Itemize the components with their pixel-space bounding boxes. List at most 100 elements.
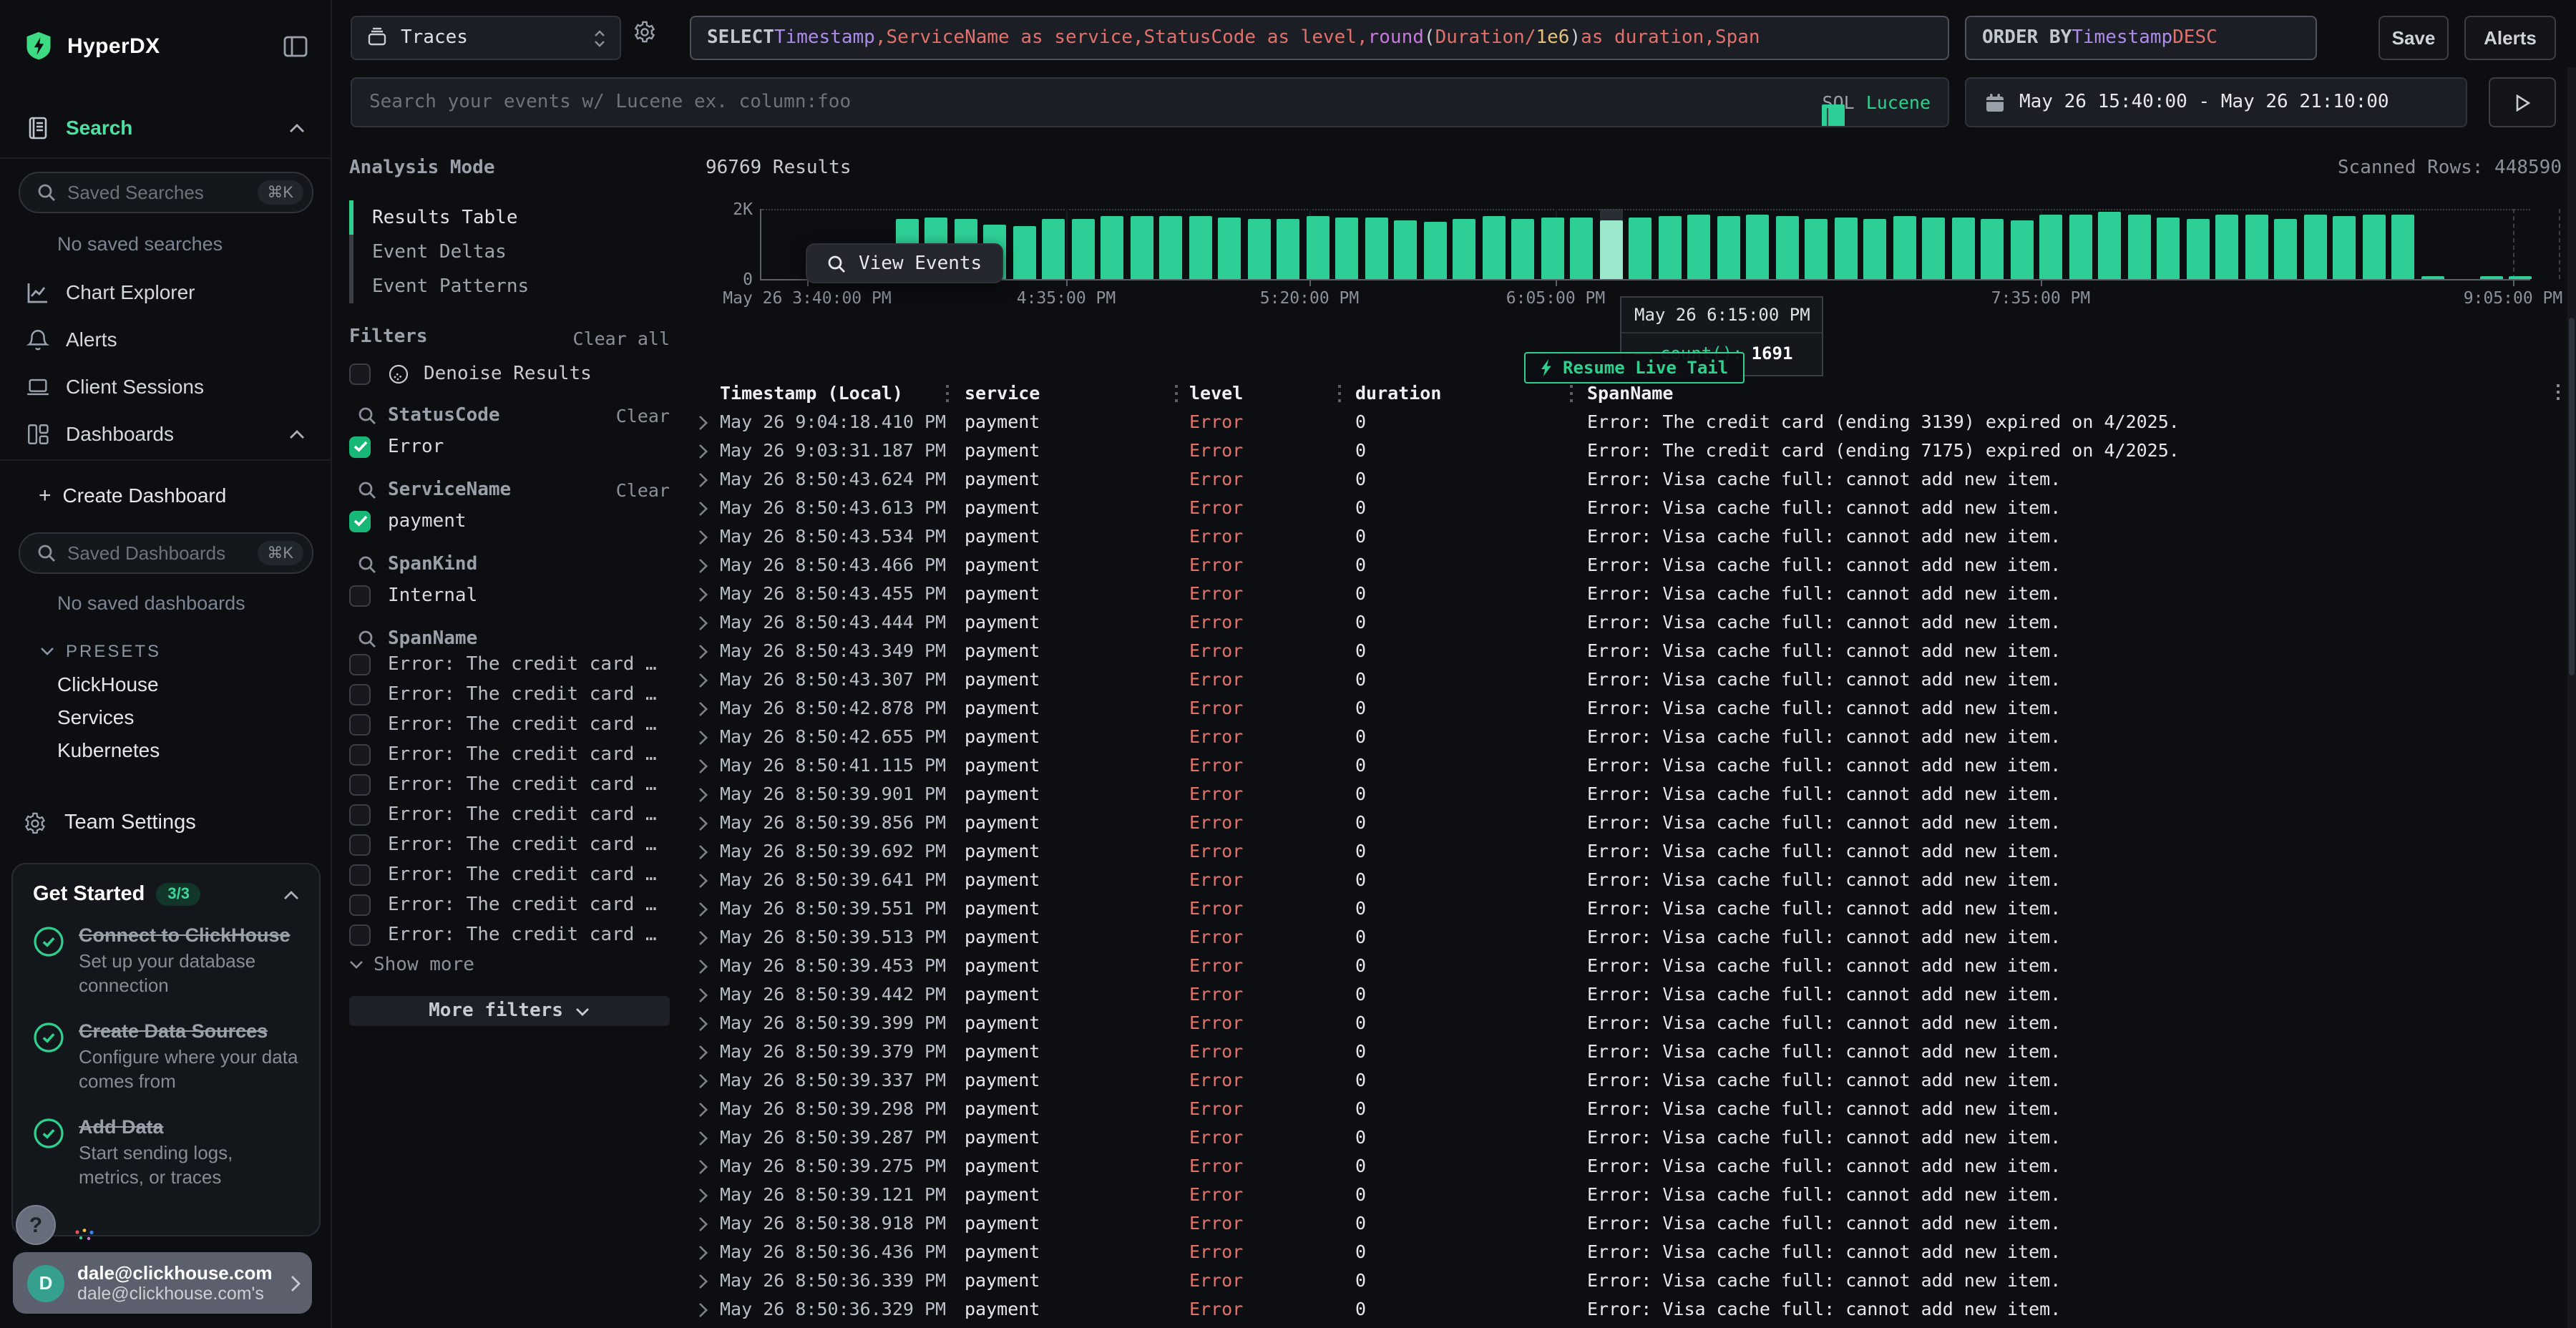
filter-option[interactable]: Error: The credit card … bbox=[349, 740, 687, 770]
histogram-bar[interactable] bbox=[1247, 218, 1270, 279]
histogram-bar[interactable] bbox=[1218, 218, 1241, 279]
histogram-bar[interactable] bbox=[1335, 218, 1358, 279]
column-header-level[interactable]: level bbox=[1189, 379, 1243, 408]
histogram-bar[interactable] bbox=[1042, 219, 1065, 279]
get-started-step[interactable]: Add DataStart sending logs, metrics, or … bbox=[33, 1115, 299, 1189]
filter-option[interactable]: Error: The credit card … bbox=[349, 770, 687, 800]
column-resize-handle[interactable] bbox=[946, 385, 949, 402]
table-row[interactable]: May 26 8:50:43.534 PMpaymentError0Error:… bbox=[687, 522, 2576, 551]
sidebar-item-alerts[interactable]: Alerts bbox=[0, 318, 331, 361]
column-header-duration[interactable]: duration bbox=[1355, 379, 1441, 408]
table-row[interactable]: May 26 8:50:36.436 PMpaymentError0Error:… bbox=[687, 1238, 2576, 1266]
histogram-bar[interactable] bbox=[1482, 217, 1505, 279]
checkbox-unchecked[interactable] bbox=[349, 363, 371, 384]
histogram-bar[interactable] bbox=[1951, 218, 1974, 279]
histogram-bar[interactable] bbox=[1277, 220, 1299, 279]
table-row[interactable]: May 26 8:50:39.337 PMpaymentError0Error:… bbox=[687, 1066, 2576, 1095]
histogram-bar[interactable] bbox=[2098, 213, 2121, 279]
filter-option[interactable]: payment bbox=[349, 507, 687, 535]
query-language-toggle[interactable]: SQL | Lucene bbox=[1823, 92, 1931, 113]
more-filters-button[interactable]: More filters bbox=[349, 996, 670, 1026]
table-row[interactable]: May 26 8:50:43.349 PMpaymentError0Error:… bbox=[687, 637, 2576, 665]
table-row[interactable]: May 26 8:50:41.115 PMpaymentError0Error:… bbox=[687, 751, 2576, 780]
get-started-step[interactable]: Create Data SourcesConfigure where your … bbox=[33, 1019, 299, 1093]
scrollbar-thumb[interactable] bbox=[2569, 318, 2575, 675]
analysis-mode-option[interactable]: Results Table bbox=[353, 200, 687, 235]
histogram-bar[interactable] bbox=[1511, 218, 1534, 279]
histogram-bar[interactable] bbox=[1834, 218, 1857, 279]
filter-option[interactable]: Error: The credit card … bbox=[349, 710, 687, 740]
histogram-bar[interactable] bbox=[1453, 220, 1475, 279]
histogram-bar[interactable] bbox=[2362, 215, 2385, 279]
filter-option[interactable]: Error: The credit card … bbox=[349, 800, 687, 830]
histogram-bar[interactable] bbox=[1599, 220, 1622, 279]
histogram-bar[interactable] bbox=[1189, 215, 1211, 279]
histogram-bar[interactable] bbox=[1922, 218, 1945, 279]
saved-dashboards-input[interactable]: Saved Dashboards ⌘K bbox=[19, 532, 313, 574]
table-row[interactable]: May 26 8:50:43.466 PMpaymentError0Error:… bbox=[687, 551, 2576, 580]
filter-option[interactable]: Error: The credit card … bbox=[349, 890, 687, 920]
histogram-bar[interactable] bbox=[1658, 216, 1681, 279]
sidebar-item-dashboards[interactable]: Dashboards bbox=[0, 412, 331, 455]
scrollbar[interactable] bbox=[2567, 67, 2576, 1328]
histogram-bar[interactable] bbox=[1981, 220, 2004, 279]
table-row[interactable]: May 26 8:50:39.287 PMpaymentError0Error:… bbox=[687, 1123, 2576, 1152]
histogram-bar[interactable] bbox=[1570, 218, 1593, 279]
histogram-bar[interactable] bbox=[2039, 215, 2062, 279]
table-row[interactable]: May 26 8:50:39.856 PMpaymentError0Error:… bbox=[687, 809, 2576, 837]
column-resize-handle[interactable] bbox=[1175, 385, 1178, 402]
chevron-up-icon[interactable] bbox=[283, 889, 299, 899]
checkbox-unchecked[interactable] bbox=[349, 804, 371, 826]
histogram-bar[interactable] bbox=[1863, 220, 1886, 279]
histogram-bar[interactable] bbox=[1071, 219, 1094, 279]
histogram-bar[interactable] bbox=[1130, 216, 1153, 279]
preset-kubernetes[interactable]: Kubernetes bbox=[0, 738, 331, 761]
histogram-bar[interactable] bbox=[2186, 220, 2209, 279]
table-row[interactable]: May 26 8:50:39.901 PMpaymentError0Error:… bbox=[687, 780, 2576, 809]
checkbox-unchecked[interactable] bbox=[349, 714, 371, 736]
histogram-bar[interactable] bbox=[1365, 218, 1387, 279]
clear-filter-button[interactable]: Clear bbox=[616, 479, 670, 500]
table-row[interactable]: May 26 9:03:31.187 PMpaymentError0Error:… bbox=[687, 436, 2576, 465]
filter-option[interactable]: Error: The credit card … bbox=[349, 830, 687, 860]
filter-option[interactable]: Error: The credit card … bbox=[349, 860, 687, 890]
table-row[interactable]: May 26 8:50:43.455 PMpaymentError0Error:… bbox=[687, 580, 2576, 608]
histogram-bar[interactable] bbox=[2274, 219, 2297, 279]
checkbox-unchecked[interactable] bbox=[349, 924, 371, 946]
preset-clickhouse[interactable]: ClickHouse bbox=[0, 673, 331, 695]
histogram-bar[interactable] bbox=[1101, 217, 1123, 279]
mode-lucene[interactable]: Lucene bbox=[1866, 92, 1931, 113]
table-row[interactable]: May 26 8:50:39.298 PMpaymentError0Error:… bbox=[687, 1095, 2576, 1123]
resume-live-tail-button[interactable]: Resume Live Tail bbox=[1524, 352, 1744, 384]
table-row[interactable]: May 26 8:50:42.878 PMpaymentError0Error:… bbox=[687, 694, 2576, 723]
get-started-step[interactable]: Connect to ClickHouseSet up your databas… bbox=[33, 923, 299, 997]
checkbox-unchecked[interactable] bbox=[349, 585, 371, 606]
table-row[interactable]: May 26 8:50:36.329 PMpaymentError0Error:… bbox=[687, 1295, 2576, 1324]
table-row[interactable]: May 26 8:50:39.692 PMpaymentError0Error:… bbox=[687, 837, 2576, 866]
source-select[interactable]: Traces bbox=[351, 16, 621, 60]
table-row[interactable]: May 26 8:50:39.641 PMpaymentError0Error:… bbox=[687, 866, 2576, 894]
histogram-bar[interactable] bbox=[2157, 218, 2180, 279]
sql-select-editor[interactable]: SELECT Timestamp, ServiceName as service… bbox=[690, 16, 1949, 60]
sidebar-item-chart-explorer[interactable]: Chart Explorer bbox=[0, 270, 331, 313]
filter-option[interactable]: Error: The credit card … bbox=[349, 680, 687, 710]
table-row[interactable]: May 26 8:50:39.275 PMpaymentError0Error:… bbox=[687, 1152, 2576, 1181]
table-row[interactable]: May 26 8:50:43.444 PMpaymentError0Error:… bbox=[687, 608, 2576, 637]
table-options-icon[interactable]: ⋮ bbox=[2549, 379, 2567, 408]
histogram-bar[interactable] bbox=[1013, 225, 1035, 279]
table-row[interactable]: May 26 8:50:39.442 PMpaymentError0Error:… bbox=[687, 980, 2576, 1009]
table-row[interactable]: May 26 8:50:39.379 PMpaymentError0Error:… bbox=[687, 1038, 2576, 1066]
checkbox-checked[interactable] bbox=[349, 436, 371, 457]
help-button[interactable]: ? bbox=[16, 1205, 56, 1245]
histogram-bar[interactable] bbox=[1717, 215, 1740, 279]
column-header-service[interactable]: service bbox=[965, 379, 1040, 408]
create-dashboard-button[interactable]: + Create Dashboard bbox=[0, 475, 331, 515]
table-row[interactable]: May 26 8:50:43.613 PMpaymentError0Error:… bbox=[687, 494, 2576, 522]
collapse-sidebar-icon[interactable] bbox=[283, 35, 308, 57]
denoise-results-option[interactable]: Denoise Results bbox=[349, 361, 687, 386]
save-button[interactable]: Save bbox=[2379, 16, 2449, 60]
checkbox-unchecked[interactable] bbox=[349, 864, 371, 886]
source-settings-gear-icon[interactable] bbox=[633, 20, 657, 44]
column-resize-handle[interactable] bbox=[1570, 385, 1573, 402]
histogram-bar[interactable] bbox=[2215, 214, 2238, 279]
